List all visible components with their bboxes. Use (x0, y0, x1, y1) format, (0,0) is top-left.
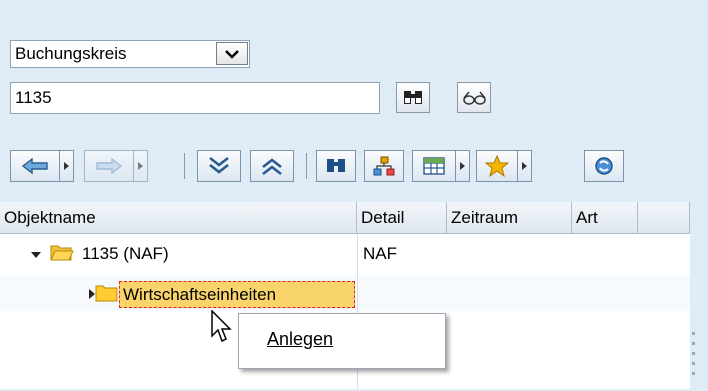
context-menu-item-anlegen[interactable]: Anlegen (267, 329, 333, 350)
chevron-down-icon[interactable] (216, 42, 248, 65)
hierarchy-button[interactable] (364, 150, 404, 182)
layout-button[interactable] (412, 150, 456, 182)
arrow-left-icon (21, 157, 48, 175)
folder-icon (95, 285, 118, 302)
forward-button[interactable] (84, 150, 134, 182)
search-input-value: 1135 (15, 88, 52, 107)
find-button[interactable] (316, 150, 356, 182)
mouse-cursor-icon (211, 310, 232, 343)
toolbar-separator (184, 153, 185, 179)
refresh-icon (595, 157, 613, 175)
row-name: Wirtschaftseinheiten (123, 285, 277, 304)
glasses-icon[interactable] (457, 82, 491, 113)
column-header-empty[interactable] (638, 202, 690, 234)
toolbar-separator (306, 153, 307, 179)
search-type-value: Buchungskreis (15, 44, 127, 63)
star-icon (485, 155, 509, 177)
row-detail: NAF (363, 244, 397, 263)
collapse-all-button[interactable] (250, 150, 294, 182)
column-header-detail[interactable]: Detail (357, 202, 447, 234)
forward-dropdown[interactable] (134, 150, 148, 182)
back-dropdown[interactable] (60, 150, 74, 182)
column-header-objektname[interactable]: Objektname (0, 202, 357, 234)
folder-open-icon (50, 245, 74, 261)
table-row[interactable]: 1135 (NAF) (82, 244, 169, 264)
search-input[interactable]: 1135 (10, 82, 380, 114)
table-layout-icon (423, 157, 445, 175)
search-type-dropdown[interactable]: Buchungskreis (10, 40, 250, 68)
back-button[interactable] (10, 150, 60, 182)
tree-node-selected[interactable]: Wirtschaftseinheiten (119, 281, 355, 308)
collapse-all-icon (262, 158, 282, 176)
favorites-dropdown[interactable] (518, 150, 532, 182)
expand-arrow-icon[interactable] (31, 252, 41, 258)
find-icon (327, 159, 345, 172)
binoculars-icon[interactable] (396, 82, 430, 113)
row-name: 1135 (NAF) (82, 244, 169, 263)
expand-all-button[interactable] (197, 150, 241, 182)
layout-dropdown[interactable] (456, 150, 470, 182)
arrow-right-icon (96, 157, 123, 175)
favorites-button[interactable] (476, 150, 518, 182)
scrollbar-grip[interactable] (692, 330, 696, 386)
refresh-button[interactable] (584, 150, 624, 182)
hierarchy-icon (373, 156, 395, 176)
expand-all-icon (209, 156, 229, 174)
column-header-zeitraum[interactable]: Zeitraum (447, 202, 572, 234)
column-header-art[interactable]: Art (572, 202, 638, 234)
